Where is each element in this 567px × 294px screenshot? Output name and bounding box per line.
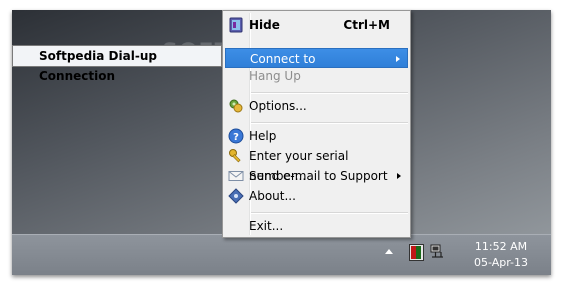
show-hidden-icons-button[interactable] bbox=[385, 249, 393, 254]
menu-item-label: About... bbox=[249, 189, 296, 203]
app-window-icon bbox=[229, 17, 243, 33]
menu-item-serial-number[interactable]: Enter your serial number... bbox=[225, 146, 408, 183]
info-diamond-icon bbox=[228, 188, 244, 204]
clock-time[interactable]: 11:52 AM bbox=[461, 240, 541, 253]
menu-item-label: Hang Up bbox=[249, 69, 301, 83]
menu-item-label: Send e-mail to Support bbox=[249, 169, 388, 183]
dialup-tray-icon[interactable] bbox=[409, 244, 424, 261]
menu-item-connect-to[interactable]: Connect to bbox=[225, 48, 408, 68]
menu-item-options[interactable]: Options... bbox=[225, 96, 408, 116]
menu-item-help[interactable]: ? Help bbox=[225, 126, 408, 146]
menu-item-label: Hide bbox=[249, 18, 280, 32]
menu-separator bbox=[251, 212, 408, 214]
tray-context-menu: Hide Ctrl+M Connect to Hang Up Options..… bbox=[222, 10, 411, 238]
submenu-arrow-icon bbox=[397, 173, 401, 179]
help-icon: ? bbox=[228, 128, 244, 144]
shortcut-label: Ctrl+M bbox=[343, 18, 390, 32]
menu-item-send-email[interactable]: Send e-mail to Support bbox=[225, 166, 408, 186]
gear-puzzle-icon bbox=[229, 99, 243, 113]
key-icon bbox=[229, 149, 241, 163]
menu-item-label: Exit... bbox=[249, 219, 284, 233]
menu-item-about[interactable]: About... bbox=[225, 186, 408, 206]
menu-item-label: Help bbox=[249, 129, 277, 143]
menu-item-hang-up[interactable]: Hang Up bbox=[225, 66, 408, 86]
menu-item-exit[interactable]: Exit... bbox=[225, 216, 408, 236]
taskbar: 11:52 AM 05-Apr-13 bbox=[12, 234, 551, 275]
menu-separator bbox=[251, 92, 408, 94]
svg-text:?: ? bbox=[233, 132, 239, 143]
menu-separator bbox=[251, 122, 408, 124]
network-icon[interactable] bbox=[430, 243, 446, 259]
tray-tooltip: Softpedia Dial-up Connection bbox=[12, 45, 222, 83]
clock-date[interactable]: 05-Apr-13 bbox=[461, 256, 541, 269]
submenu-arrow-icon bbox=[396, 56, 400, 62]
menu-item-label: Options... bbox=[249, 99, 307, 113]
envelope-icon bbox=[228, 171, 244, 181]
menu-item-hide[interactable]: Hide Ctrl+M bbox=[225, 15, 408, 35]
